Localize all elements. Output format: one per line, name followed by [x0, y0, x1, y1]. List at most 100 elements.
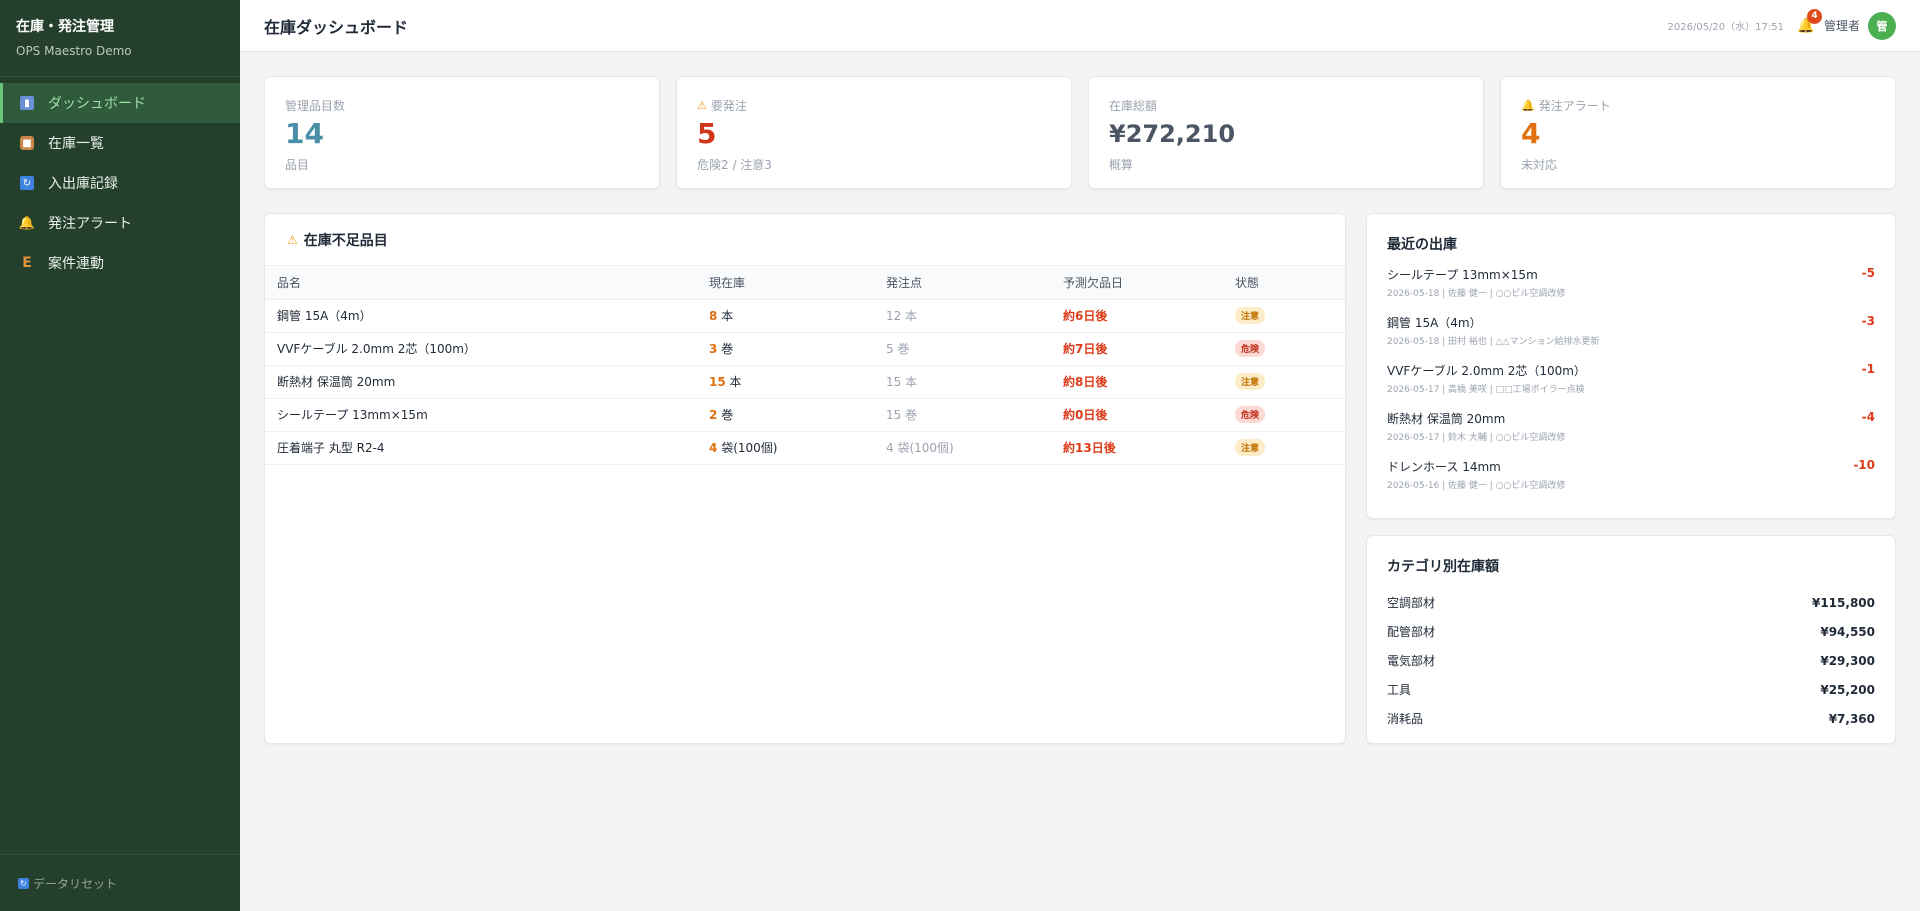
current-datetime: 2026/05/20（水）17:51 — [1667, 22, 1784, 33]
cell-qty: 15 — [709, 375, 726, 389]
category-value: ¥29,300 — [1820, 653, 1875, 668]
list-item[interactable]: ドレンホース 14mm 2026-05-16 | 佐藤 健一 | ○○ビル空調改… — [1387, 458, 1875, 506]
stat-card-total-value: 在庫総額 ¥272,210 概算 — [1088, 76, 1484, 189]
col-header-name[interactable]: 品名 — [265, 266, 697, 300]
cell-qty: 3 — [709, 342, 718, 356]
list-item: 工具 ¥25,200 — [1387, 675, 1875, 704]
cell-unit: 巻 — [721, 342, 734, 356]
item-meta: 2026-05-16 | 佐藤 健一 | ○○ビル空調改修 — [1387, 481, 1566, 491]
notification-button[interactable]: 🔔 4 — [1797, 8, 1822, 34]
status-badge: 注意 — [1235, 373, 1266, 390]
stat-sub: 危険2 / 注意3 — [697, 158, 772, 172]
sidebar-item-label: 案件連動 — [48, 256, 104, 272]
cell-reorder: 4 袋(100個) — [874, 431, 1051, 465]
item-qty: -3 — [1861, 314, 1875, 328]
avatar[interactable]: 管 — [1868, 11, 1896, 40]
item-name: 鋼管 15A（4m） — [1387, 316, 1482, 330]
cell-name: 鋼管 15A（4m） — [265, 299, 697, 333]
sidebar: 在庫・発注管理 OPS Maestro Demo ▮ ダッシュボード ■ 在庫一… — [0, 0, 240, 911]
category-value: ¥94,550 — [1820, 624, 1875, 639]
app-title: 在庫・発注管理 — [16, 19, 114, 35]
stat-value: 14 — [285, 117, 324, 150]
cell-unit: 本 — [721, 309, 734, 323]
sidebar-item-label: ダッシュボード — [48, 96, 146, 112]
sidebar-item-order-alerts[interactable]: 🔔 発注アラート — [0, 203, 240, 243]
category-name: 工具 — [1387, 683, 1412, 697]
warning-icon: ⚠ — [287, 232, 298, 247]
table-row[interactable]: VVFケーブル 2.0mm 2芯（100m） 3 巻 5 巻 約7日後 危険 — [265, 332, 1345, 366]
stat-value: 5 — [697, 117, 717, 150]
cell-reorder: 15 巻 — [874, 398, 1051, 432]
cell-unit: 巻 — [721, 408, 734, 422]
list-item: 電気部材 ¥29,300 — [1387, 646, 1875, 675]
stat-card-items: 管理品目数 14 品目 — [264, 76, 660, 189]
stat-value: 4 — [1521, 117, 1541, 150]
bar-chart-icon: ▮ — [20, 96, 34, 110]
col-header-stock[interactable]: 現在庫 — [697, 266, 874, 300]
data-reset-button[interactable]: ↻ データリセット — [0, 854, 240, 911]
cell-unit: 袋(100個) — [721, 441, 778, 455]
category-value: ¥25,200 — [1820, 682, 1875, 697]
stat-sub: 品目 — [285, 158, 310, 172]
cell-qty: 8 — [709, 309, 718, 323]
col-header-eta[interactable]: 予測欠品日 — [1051, 266, 1223, 300]
table-row[interactable]: シールテープ 13mm×15m 2 巻 15 巻 約0日後 危険 — [265, 398, 1345, 432]
sidebar-item-stock-records[interactable]: ↻ 入出庫記録 — [0, 163, 240, 203]
brand: 在庫・発注管理 OPS Maestro Demo — [0, 0, 240, 77]
list-item: 消耗品 ¥7,360 — [1387, 704, 1875, 733]
sidebar-item-inventory[interactable]: ■ 在庫一覧 — [0, 123, 240, 163]
category-name: 空調部材 — [1387, 596, 1436, 610]
item-meta: 2026-05-18 | 田村 裕也 | △△マンション給排水更新 — [1387, 337, 1600, 347]
cell-name: 断熱材 保温筒 20mm — [265, 365, 697, 399]
sidebar-item-label: 在庫一覧 — [48, 136, 104, 152]
category-name: 配管部材 — [1387, 625, 1436, 639]
package-icon: ■ — [20, 136, 34, 150]
data-reset-label: データリセット — [33, 876, 118, 891]
sidebar-nav: ▮ ダッシュボード ■ 在庫一覧 ↻ 入出庫記録 🔔 発注アラート E 案件連動 — [0, 83, 240, 283]
stat-sub: 未対応 — [1521, 158, 1558, 172]
col-header-status[interactable]: 状態 — [1223, 266, 1345, 300]
item-meta: 2026-05-17 | 鈴木 大輔 | ○○ビル空調改修 — [1387, 433, 1566, 443]
cell-reorder: 12 本 — [874, 299, 1051, 333]
panel-title: 最近の出庫 — [1387, 237, 1457, 253]
recent-shipments-panel: 最近の出庫 シールテープ 13mm×15m 2026-05-18 | 佐藤 健一… — [1366, 213, 1896, 519]
col-header-reorder-point[interactable]: 発注点 — [874, 266, 1051, 300]
table-row[interactable]: 圧着端子 丸型 R2-4 4 袋(100個) 4 袋(100個) 約13日後 注… — [265, 431, 1345, 465]
stat-sub: 概算 — [1109, 158, 1134, 172]
list-item: 配管部材 ¥94,550 — [1387, 617, 1875, 646]
notification-count-badge: 4 — [1806, 8, 1822, 24]
category-name: 電気部材 — [1387, 654, 1436, 668]
cell-eta: 約8日後 — [1051, 365, 1223, 399]
panel-header: ⚠ 在庫不足品目 — [265, 214, 1345, 266]
list-item[interactable]: シールテープ 13mm×15m 2026-05-18 | 佐藤 健一 | ○○ビ… — [1387, 266, 1875, 314]
cell-eta: 約7日後 — [1051, 332, 1223, 366]
item-meta: 2026-05-18 | 佐藤 健一 | ○○ビル空調改修 — [1387, 289, 1566, 299]
item-name: 断熱材 保温筒 20mm — [1387, 412, 1506, 426]
cell-eta: 約13日後 — [1051, 431, 1223, 465]
bell-icon: 🔔 — [18, 215, 36, 231]
stat-label: 発注アラート — [1538, 99, 1611, 113]
table-row[interactable]: 断熱材 保温筒 20mm 15 本 15 本 約8日後 注意 — [265, 365, 1345, 399]
category-value: ¥7,360 — [1828, 711, 1875, 726]
table-row[interactable]: 鋼管 15A（4m） 8 本 12 本 約6日後 注意 — [265, 299, 1345, 333]
topbar-right: 2026/05/20（水）17:51 🔔 4 管理者 管 — [1667, 8, 1896, 40]
warning-icon: ⚠ — [697, 99, 707, 112]
cell-qty: 2 — [709, 408, 718, 422]
sidebar-item-projects[interactable]: E 案件連動 — [0, 243, 240, 283]
sidebar-item-dashboard[interactable]: ▮ ダッシュボード — [0, 83, 240, 123]
low-stock-panel: ⚠ 在庫不足品目 品名 現在庫 発注点 予測欠品日 状態 鋼管 15A（4m） … — [264, 213, 1346, 744]
list-item[interactable]: 断熱材 保温筒 20mm 2026-05-17 | 鈴木 大輔 | ○○ビル空調… — [1387, 410, 1875, 458]
item-name: ドレンホース 14mm — [1387, 460, 1501, 474]
list-item[interactable]: VVFケーブル 2.0mm 2芯（100m） 2026-05-17 | 高橋 美… — [1387, 362, 1875, 410]
app-subtitle: OPS Maestro Demo — [16, 44, 132, 58]
list-item: 空調部材 ¥115,800 — [1387, 588, 1875, 617]
e-letter-icon: E — [22, 255, 32, 271]
cell-eta: 約0日後 — [1051, 398, 1223, 432]
refresh-icon: ↻ — [20, 176, 34, 190]
sidebar-item-label: 入出庫記録 — [48, 176, 118, 192]
stat-value: ¥272,210 — [1109, 120, 1236, 148]
list-item[interactable]: 鋼管 15A（4m） 2026-05-18 | 田村 裕也 | △△マンション給… — [1387, 314, 1875, 362]
table-header-row: 品名 現在庫 発注点 予測欠品日 状態 — [265, 266, 1345, 300]
item-qty: -10 — [1853, 458, 1875, 472]
status-badge: 注意 — [1235, 439, 1266, 456]
